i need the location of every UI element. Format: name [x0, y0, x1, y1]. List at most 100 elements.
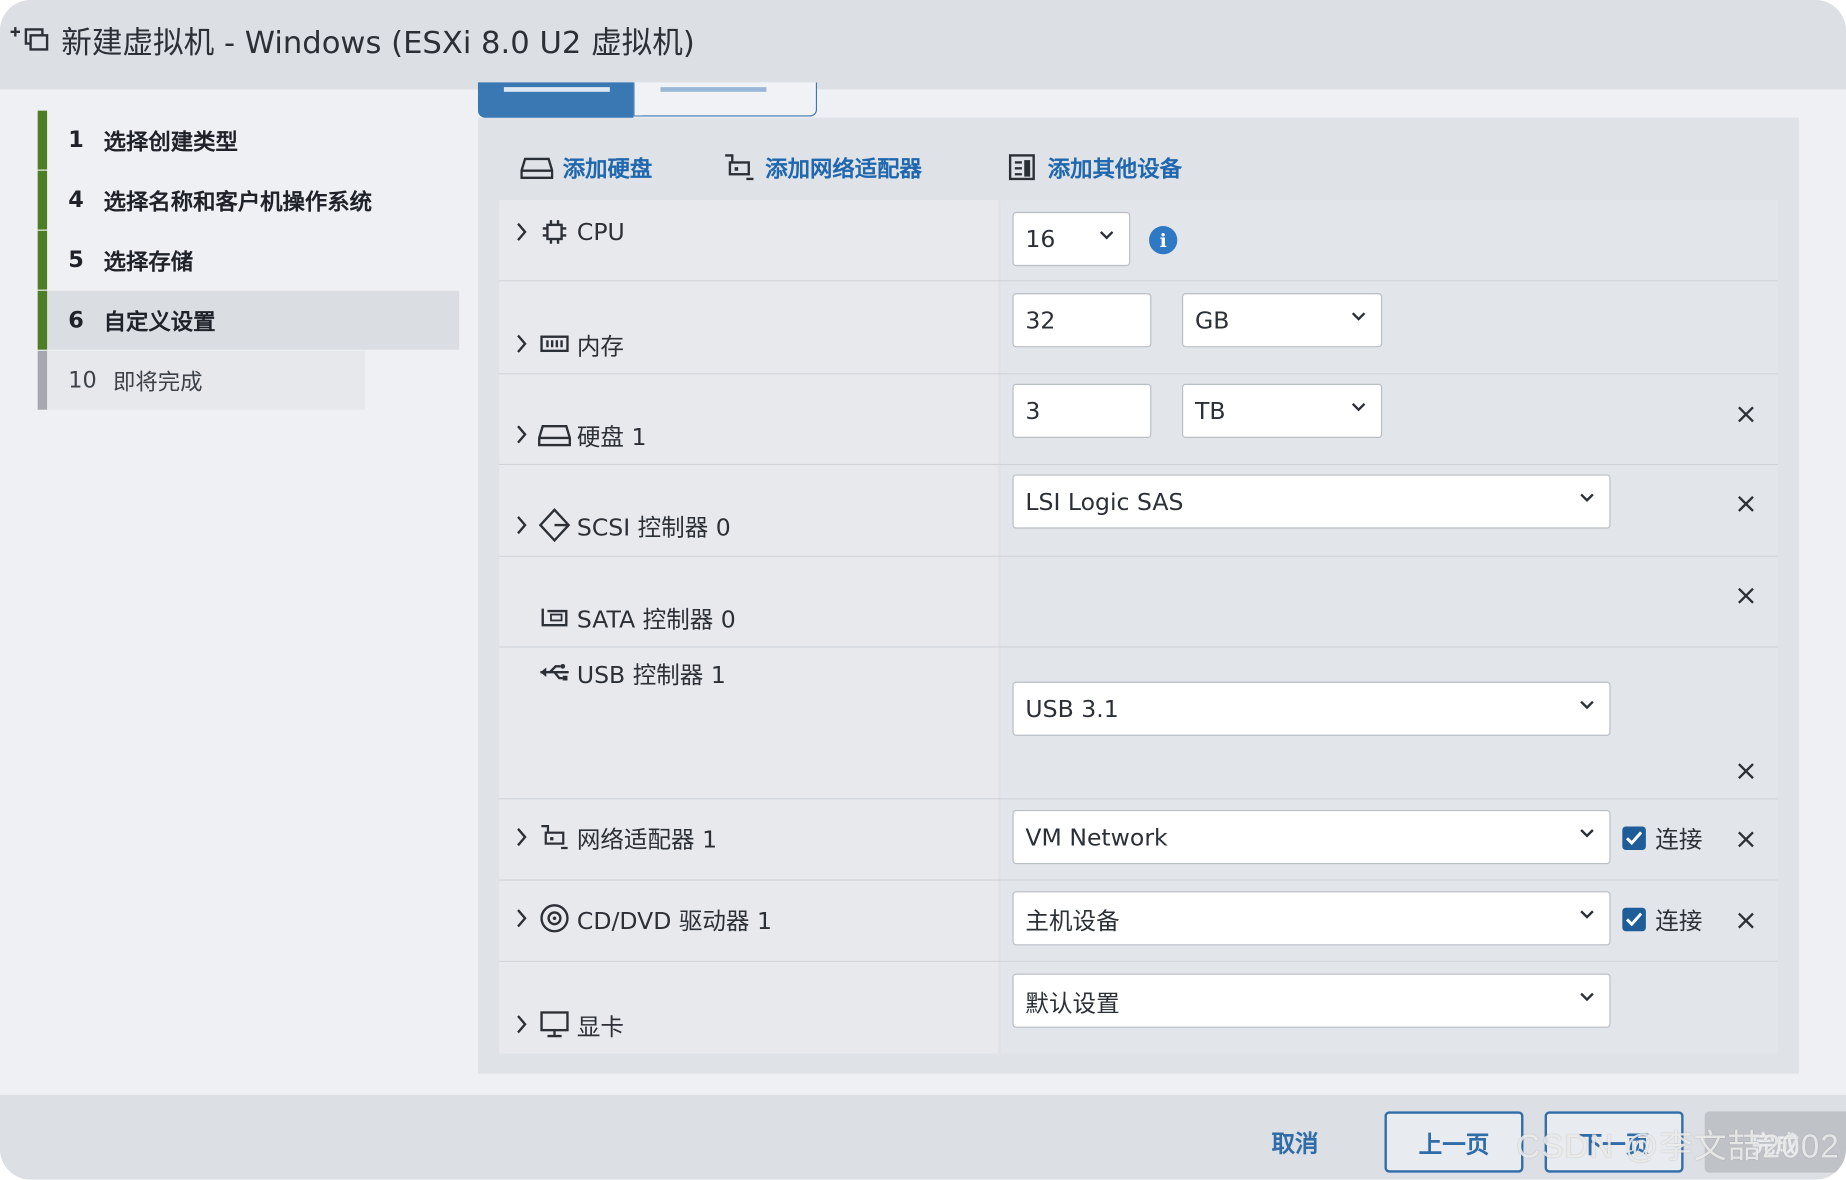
- disk-unit-select[interactable]: TB: [1182, 383, 1383, 438]
- usb-controller-row-label: USB 控制器 1: [537, 655, 726, 690]
- step-progress-bar: [37, 170, 48, 230]
- cd-dvd-drive-expander[interactable]: CD/DVD 驱动器 1: [506, 901, 772, 936]
- close-icon: [1738, 912, 1754, 929]
- network-adapter-expander[interactable]: 网络适配器 1: [506, 819, 717, 854]
- memory-unit-value: GB: [1194, 306, 1230, 335]
- remove-network-adapter-button[interactable]: [1732, 825, 1760, 853]
- info-icon[interactable]: i: [1149, 226, 1178, 255]
- close-icon: [1738, 831, 1754, 848]
- usb-controller-type-value: USB 3.1: [1025, 694, 1119, 723]
- memory-size-input[interactable]: 32: [1012, 293, 1152, 348]
- scsi-controller-type-value: LSI Logic SAS: [1025, 487, 1184, 516]
- hard-disk-icon: [537, 421, 572, 447]
- scsi-controller-icon: [537, 507, 572, 543]
- remove-hard-disk-button[interactable]: [1732, 400, 1760, 428]
- step-number: 1: [68, 127, 84, 154]
- chevron-down-icon: [1580, 829, 1594, 838]
- disk-unit-value: TB: [1194, 396, 1226, 426]
- add-network-adapter-button[interactable]: 添加网络适配器: [723, 146, 922, 188]
- watermark: CSDN @李文喆2002: [1516, 1127, 1840, 1165]
- remove-cd-dvd-drive-button[interactable]: [1732, 907, 1760, 935]
- cd-dvd-connect-checkbox[interactable]: 连接: [1622, 902, 1702, 936]
- close-icon: [1738, 495, 1754, 512]
- step-progress-bar: [37, 110, 48, 170]
- close-icon: [1738, 587, 1754, 604]
- step-label: 自定义设置: [103, 309, 216, 335]
- video-card-label: 显卡: [576, 1011, 624, 1041]
- chevron-down-icon: [1351, 312, 1366, 321]
- hardware-row-sata-controller: SATA 控制器 0: [499, 556, 1778, 648]
- cd-dvd-drive-label: CD/DVD 驱动器 1: [576, 905, 772, 935]
- step-select-name-os[interactable]: 4 选择名称和客户机操作系统: [37, 170, 459, 230]
- video-card-settings-select[interactable]: 默认设置: [1012, 973, 1611, 1028]
- remove-usb-controller-button[interactable]: [1732, 757, 1760, 785]
- cpu-icon: [537, 219, 572, 245]
- tab-vm-options[interactable]: [633, 82, 818, 117]
- memory-size-value: 32: [1025, 306, 1056, 335]
- network-select[interactable]: VM Network: [1012, 809, 1611, 865]
- usb-icon: [537, 662, 572, 683]
- scsi-controller-label: SCSI 控制器 0: [576, 512, 731, 541]
- network-adapter-icon: [537, 823, 572, 851]
- network-adapter-icon: [725, 154, 754, 181]
- chevron-right-icon: [506, 1014, 537, 1035]
- cpu-count-select[interactable]: 16: [1012, 211, 1131, 267]
- window-title: 新建虚拟机 - Windows (ESXi 8.0 U2 虚拟机): [61, 25, 695, 62]
- previous-button[interactable]: 上一页: [1384, 1111, 1524, 1173]
- hardware-row-cpu: CPU 16 i: [499, 200, 1778, 282]
- cpu-count-value: 16: [1025, 224, 1056, 254]
- cancel-button[interactable]: 取消: [1248, 1111, 1342, 1170]
- chevron-down-icon: [1580, 992, 1594, 1002]
- video-card-expander[interactable]: 显卡: [506, 1007, 624, 1042]
- add-network-adapter-label: 添加网络适配器: [765, 155, 922, 182]
- scsi-controller-expander[interactable]: SCSI 控制器 0: [506, 507, 731, 543]
- settings-tabs: [477, 82, 818, 118]
- add-other-device-label: 添加其他设备: [1047, 155, 1183, 182]
- other-device-icon: [1008, 154, 1035, 181]
- usb-controller-type-select[interactable]: USB 3.1: [1012, 681, 1611, 736]
- step-number: 4: [68, 187, 84, 214]
- memory-label: 内存: [576, 331, 624, 360]
- chevron-right-icon: [506, 514, 537, 535]
- step-select-create-type[interactable]: 1 选择创建类型: [37, 110, 459, 170]
- hardware-row-video-card: 显卡 默认设置: [499, 961, 1778, 1054]
- remove-scsi-controller-button[interactable]: [1732, 490, 1760, 518]
- step-customize-settings[interactable]: 6 自定义设置: [37, 290, 460, 350]
- step-select-storage[interactable]: 5 选择存储: [37, 230, 459, 290]
- add-hard-disk-button[interactable]: 添加硬盘: [520, 146, 652, 188]
- hard-disk-expander[interactable]: 硬盘 1: [506, 417, 646, 452]
- chevron-right-icon: [506, 826, 537, 847]
- memory-unit-select[interactable]: GB: [1182, 293, 1383, 348]
- chevron-right-icon: [506, 221, 537, 242]
- hard-disk-label: 硬盘 1: [576, 422, 647, 451]
- close-icon: [1738, 763, 1754, 780]
- step-label: 选择名称和客户机操作系统: [103, 188, 373, 215]
- cd-dvd-icon: [537, 903, 572, 934]
- memory-expander[interactable]: 内存: [506, 326, 624, 361]
- step-number: 10: [68, 367, 97, 394]
- cd-dvd-source-select[interactable]: 主机设备: [1012, 891, 1611, 946]
- hardware-row-memory: 内存 32 GB: [499, 281, 1778, 375]
- step-label: 选择创建类型: [103, 128, 238, 155]
- cpu-expander[interactable]: CPU: [506, 214, 625, 249]
- tab-virtual-hardware[interactable]: [477, 82, 634, 118]
- step-number: 5: [68, 247, 84, 274]
- chevron-right-icon: [506, 424, 537, 445]
- step-ready-to-complete[interactable]: 10 即将完成: [37, 350, 365, 410]
- video-card-settings-value: 默认设置: [1025, 988, 1120, 1017]
- network-connect-checkbox[interactable]: 连接: [1622, 821, 1702, 855]
- chevron-down-icon: [1580, 910, 1594, 919]
- step-label: 选择存储: [103, 248, 194, 275]
- add-other-device-button[interactable]: 添加其他设备: [1008, 146, 1182, 188]
- checkmark-icon: [1622, 825, 1646, 850]
- add-hard-disk-label: 添加硬盘: [562, 155, 653, 182]
- cd-dvd-connect-label: 连接: [1655, 906, 1703, 935]
- remove-sata-controller-button[interactable]: [1732, 582, 1760, 610]
- scsi-controller-type-select[interactable]: LSI Logic SAS: [1012, 474, 1611, 529]
- close-icon: [1738, 406, 1754, 423]
- cpu-label: CPU: [576, 217, 625, 247]
- disk-size-input[interactable]: 3: [1012, 383, 1152, 438]
- cd-dvd-source-value: 主机设备: [1025, 905, 1120, 935]
- usb-controller-label: USB 控制器 1: [576, 659, 726, 689]
- new-vm-icon: [10, 27, 49, 51]
